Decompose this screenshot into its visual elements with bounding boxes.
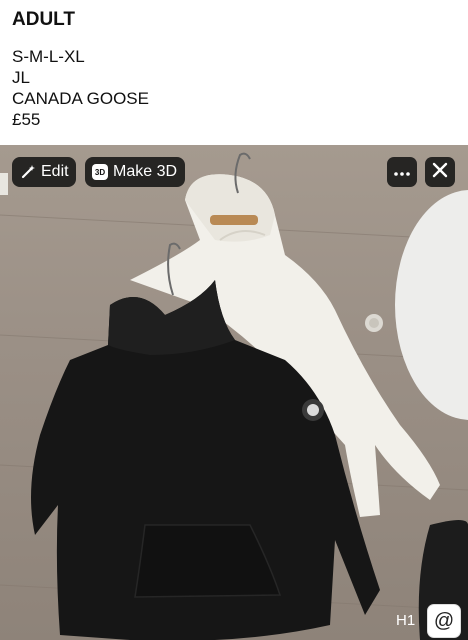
magic-wand-icon [20,164,36,180]
size-range: S-M-L-XL [12,47,85,66]
mention-button[interactable]: @ [427,604,461,638]
edge-item [0,173,8,195]
edit-button[interactable]: Edit [12,157,76,187]
post-title: ADULT [12,9,75,30]
make-3d-button[interactable]: 3D Make 3D [85,157,185,187]
3d-badge-icon: 3D [92,164,108,180]
round-table [395,190,468,420]
product-photo[interactable]: Edit 3D Make 3D [0,145,468,640]
wooden-hanger-white [210,215,258,225]
post-caption: ADULT S-M-L-XL JL CANADA GOOSE £55 [12,8,149,130]
close-icon [432,162,448,183]
more-options-button[interactable] [387,157,417,187]
price: £55 [12,110,41,129]
code-label: JL [12,68,30,87]
h1-label: H1 [396,612,416,629]
make-3d-label: Make 3D [113,163,178,180]
brand-name: CANADA GOOSE [12,89,149,108]
more-dots-icon [394,163,410,181]
edit-label: Edit [41,163,69,180]
hoodies-photo-illustration [0,152,468,640]
close-button[interactable] [425,157,455,187]
